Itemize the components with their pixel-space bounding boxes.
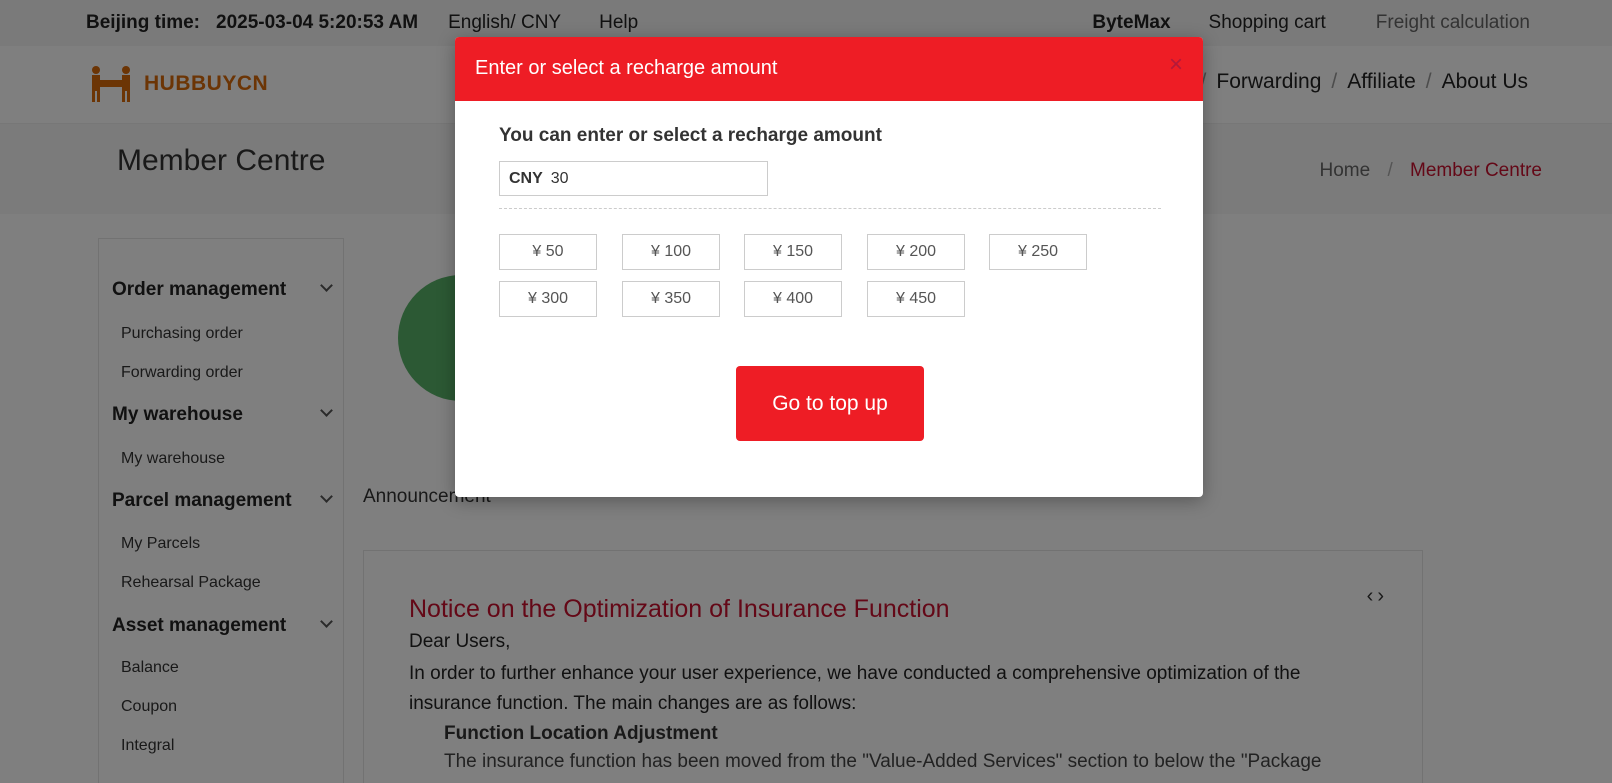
preset-amount-400[interactable]: ¥ 400 (744, 281, 842, 317)
preset-amount-150[interactable]: ¥ 150 (744, 234, 842, 270)
modal-header: Enter or select a recharge amount × (455, 37, 1203, 101)
currency-label: CNY (509, 169, 543, 187)
preset-amount-100[interactable]: ¥ 100 (622, 234, 720, 270)
recharge-modal: Enter or select a recharge amount × You … (455, 37, 1203, 497)
amount-field-wrapper: CNY (499, 161, 768, 196)
preset-amount-450[interactable]: ¥ 450 (867, 281, 965, 317)
close-icon[interactable]: × (1169, 51, 1183, 79)
preset-amount-200[interactable]: ¥ 200 (867, 234, 965, 270)
preset-amount-50[interactable]: ¥ 50 (499, 234, 597, 270)
recharge-prompt: You can enter or select a recharge amoun… (499, 125, 882, 146)
preset-amount-250[interactable]: ¥ 250 (989, 234, 1087, 270)
preset-amount-350[interactable]: ¥ 350 (622, 281, 720, 317)
recharge-amount-input[interactable] (550, 169, 751, 188)
divider (499, 208, 1161, 209)
preset-amount-300[interactable]: ¥ 300 (499, 281, 597, 317)
go-to-top-up-button[interactable]: Go to top up (736, 366, 924, 441)
modal-title: Enter or select a recharge amount (475, 57, 778, 79)
